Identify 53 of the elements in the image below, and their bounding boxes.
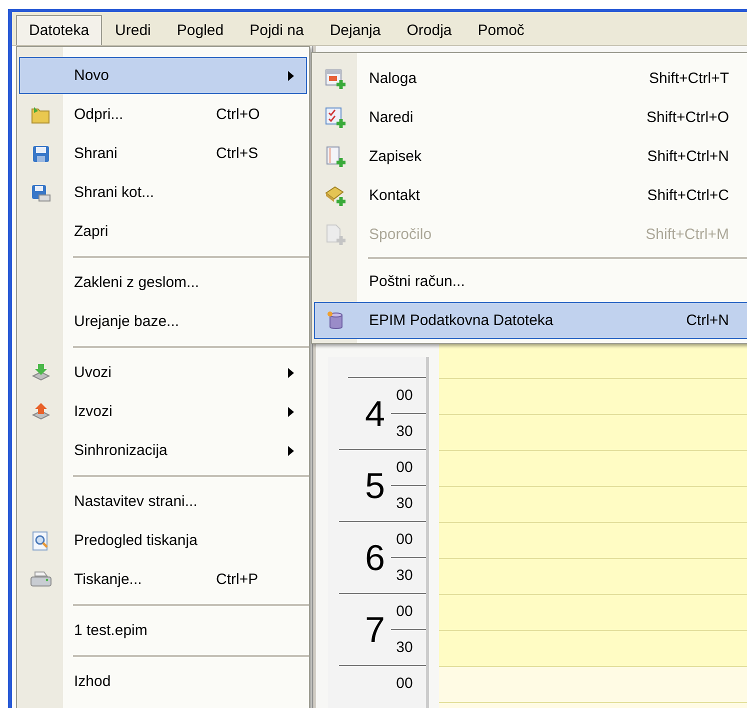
- menu-bar-item[interactable]: Datoteka: [16, 15, 102, 45]
- menu-bar-item[interactable]: Pomoč: [464, 15, 538, 45]
- menu-item[interactable]: EPIM Podatkovna Datoteka Ctrl+N: [314, 302, 747, 339]
- menu-bar-item[interactable]: Pojdi na: [236, 15, 317, 45]
- menu-item[interactable]: Shrani kot...: [19, 174, 307, 211]
- time-label: 30: [396, 494, 413, 512]
- printer-icon: [30, 570, 52, 588]
- folder-icon: [31, 106, 51, 124]
- menu-item[interactable]: Sinhronizacija: [19, 432, 307, 469]
- calendar-add-icon: [325, 68, 347, 90]
- hour-label: 6: [364, 536, 386, 580]
- menu-item[interactable]: Poštni račun...: [314, 263, 747, 300]
- time-label: 00: [396, 530, 413, 548]
- menu-item[interactable]: Naloga Shift+Ctrl+T: [314, 60, 747, 97]
- menu-item[interactable]: Shrani Ctrl+S: [19, 135, 307, 172]
- menu-item[interactable]: Izvozi: [19, 393, 307, 430]
- menu-item[interactable]: Izhod: [19, 663, 307, 700]
- export-icon: [31, 402, 51, 422]
- hour-label: 7: [364, 608, 386, 652]
- hour-label: 5: [364, 464, 386, 508]
- menu-item[interactable]: Predogled tiskanja: [19, 522, 307, 559]
- time-label: 30: [396, 422, 413, 440]
- address-book-add-icon: [325, 184, 347, 206]
- time-label: 00: [396, 602, 413, 620]
- menu-item[interactable]: Nastavitev strani...: [19, 483, 307, 520]
- import-icon: [31, 362, 51, 382]
- menu-item[interactable]: 1 test.epim: [19, 612, 307, 649]
- page-add-icon: [325, 224, 347, 246]
- menu-item[interactable]: Zapri: [19, 213, 307, 250]
- database-icon: [327, 310, 345, 330]
- floppy-disk-icon: [31, 184, 51, 202]
- menu-item[interactable]: Urejanje baze...: [19, 303, 307, 340]
- time-label: 30: [396, 638, 413, 656]
- hour-label: 4: [364, 392, 386, 436]
- menu-item[interactable]: Zapisek Shift+Ctrl+N: [314, 138, 747, 175]
- time-label: 00: [396, 386, 413, 404]
- menu-item[interactable]: Zakleni z geslom...: [19, 264, 307, 301]
- menu-bar-item[interactable]: Orodja: [394, 15, 465, 45]
- menu-item[interactable]: Novo: [19, 57, 307, 94]
- menu-item[interactable]: Tiskanje... Ctrl+P: [19, 561, 307, 598]
- time-label: 00: [396, 458, 413, 476]
- menu-bar-item[interactable]: Pogled: [164, 15, 237, 45]
- menu-bar-item[interactable]: Uredi: [102, 15, 164, 45]
- menu-item[interactable]: Naredi Shift+Ctrl+O: [314, 99, 747, 136]
- checklist-add-icon: [325, 106, 347, 128]
- menu-item[interactable]: Uvozi: [19, 354, 307, 391]
- print-preview-icon: [32, 530, 50, 550]
- menu-item[interactable]: Odpri... Ctrl+O: [19, 96, 307, 133]
- note-add-icon: [325, 146, 347, 168]
- menu-item[interactable]: Kontakt Shift+Ctrl+C: [314, 177, 747, 214]
- time-label: 30: [396, 566, 413, 584]
- time-label: 00: [396, 674, 413, 692]
- menu-bar-item[interactable]: Dejanja: [316, 15, 394, 45]
